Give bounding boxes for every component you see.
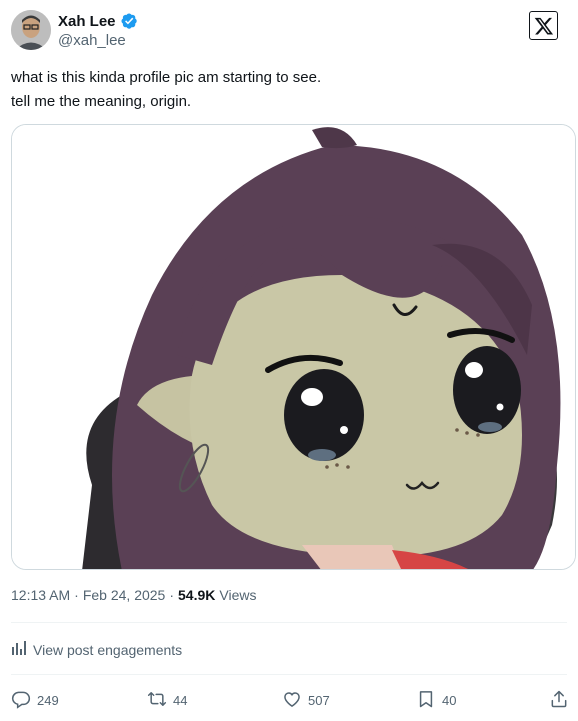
heart-icon: [282, 689, 302, 712]
views-label: Views: [219, 587, 257, 603]
divider: [11, 674, 567, 675]
repost-button[interactable]: 44: [147, 686, 187, 714]
bookmark-button[interactable]: 40: [416, 686, 456, 714]
post-meta: 12:13 AM · Feb 24, 2025 · 54.9K Views: [11, 587, 256, 603]
author-handle[interactable]: @xah_lee: [58, 32, 126, 49]
engagements-label: View post engagements: [33, 641, 183, 658]
share-icon: [549, 689, 569, 712]
post-date[interactable]: Feb 24, 2025: [83, 587, 166, 603]
bookmark-icon: [416, 689, 436, 712]
post-image[interactable]: [11, 124, 576, 570]
views-count: 54.9K: [178, 587, 216, 603]
divider: [11, 622, 567, 623]
reply-icon: [11, 689, 31, 712]
repost-icon: [147, 689, 167, 712]
post-text: what is this kinda profile pic am starti…: [11, 66, 561, 114]
bookmark-count: 40: [442, 692, 457, 708]
author-display-name[interactable]: Xah Lee: [58, 13, 116, 30]
post-text-line: tell me the meaning, origin.: [11, 93, 192, 110]
like-button[interactable]: 507: [282, 686, 330, 714]
post-text-line: what is this kinda profile pic am starti…: [11, 69, 322, 86]
meta-separator: ·: [169, 587, 175, 603]
repost-count: 44: [173, 692, 188, 708]
reply-button[interactable]: 249: [11, 686, 59, 714]
post-time[interactable]: 12:13 AM: [11, 587, 70, 603]
meta-separator: ·: [74, 587, 79, 603]
verified-badge-icon: [120, 12, 138, 30]
bar-chart-icon: [11, 640, 27, 659]
action-bar: 249 44 507 40: [11, 686, 571, 714]
view-engagements-link[interactable]: View post engagements: [11, 640, 182, 659]
reply-count: 249: [37, 692, 59, 708]
author-avatar[interactable]: [11, 10, 51, 50]
x-logo-icon[interactable]: [529, 11, 558, 40]
share-button[interactable]: [549, 686, 569, 714]
like-count: 507: [308, 692, 330, 708]
post-header: Xah Lee @xah_lee: [11, 10, 567, 52]
